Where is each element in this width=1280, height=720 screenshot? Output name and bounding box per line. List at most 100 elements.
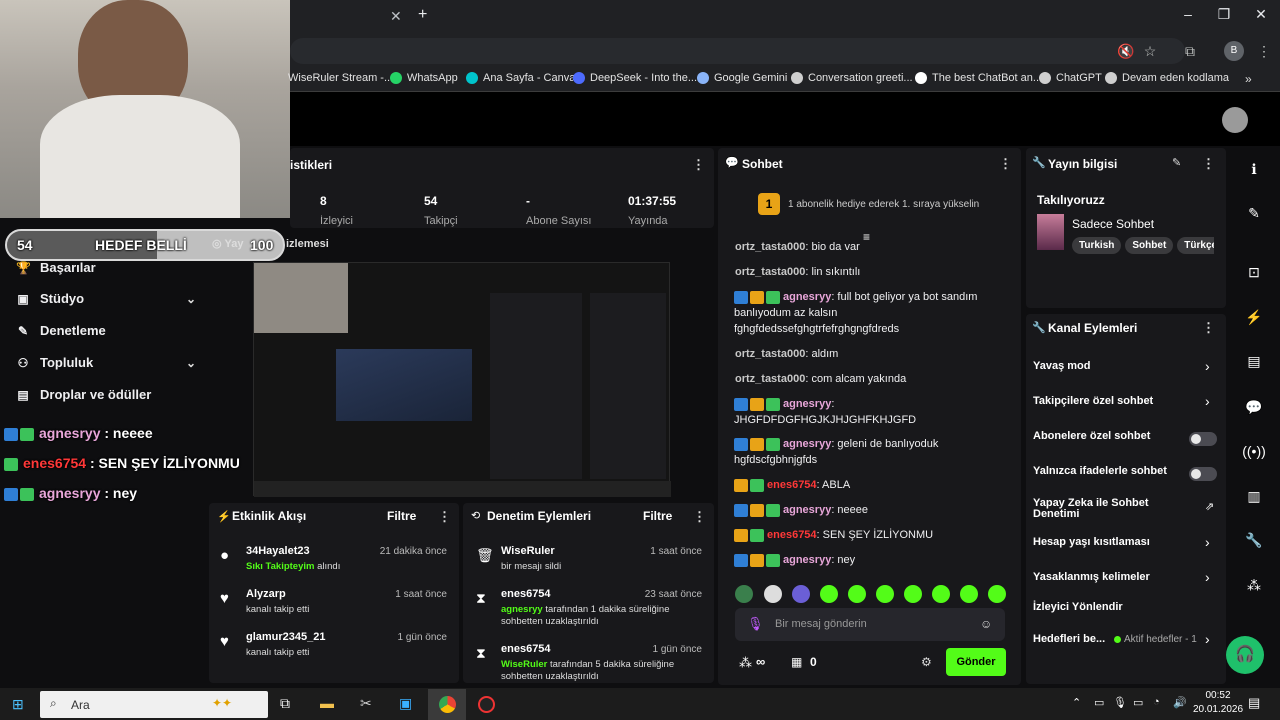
emote-icon[interactable]	[904, 585, 922, 603]
channel-action-label[interactable]: Hesap yaşı kısıtlaması	[1033, 537, 1183, 548]
bookmark-item[interactable]: WiseRuler Stream -...	[288, 72, 393, 84]
bookmark-item[interactable]: The best ChatBot an...	[915, 72, 1042, 84]
emote-icon[interactable]	[988, 585, 1006, 603]
activity-name[interactable]: 34Hayalet23	[246, 545, 310, 557]
chevron-right-icon[interactable]: ›	[1205, 358, 1210, 374]
obs-icon[interactable]	[478, 696, 495, 713]
channel-actions-menu-icon[interactable]: ⋮	[1202, 320, 1215, 336]
browser-menu-icon[interactable]: ⋮	[1254, 41, 1274, 61]
channel-action-label[interactable]: Yavaş mod	[1033, 361, 1183, 372]
emote-icon[interactable]	[848, 585, 866, 603]
mute-tab-icon[interactable]: 🔇	[1116, 41, 1136, 61]
activity-name[interactable]: glamur2345_21	[246, 631, 326, 643]
chat-username[interactable]: enes6754	[767, 479, 817, 491]
activity-name[interactable]: Alyzarp	[246, 588, 286, 600]
mod-menu-icon[interactable]: ⋮	[693, 509, 706, 525]
stream-tag[interactable]: Turkish	[1072, 237, 1122, 254]
edit-pencil-icon[interactable]: ✎	[1172, 156, 1181, 169]
chevron-right-icon[interactable]: ›	[1205, 569, 1210, 585]
bookmark-item[interactable]: Google Gemini	[697, 72, 787, 84]
chat-username[interactable]: ortz_tasta000	[735, 266, 805, 278]
goals-chevron-icon[interactable]: ›	[1205, 631, 1210, 647]
mod-action-actor[interactable]: WiseRuler	[501, 659, 547, 670]
toggle-switch[interactable]	[1189, 432, 1217, 446]
stream-tag[interactable]: Sohbet	[1125, 237, 1174, 254]
points-rail-icon[interactable]: ⁂	[1238, 569, 1270, 601]
chat-menu-icon[interactable]: ⋮	[999, 156, 1012, 172]
profile-avatar[interactable]: B	[1224, 41, 1244, 61]
info-icon[interactable]: ℹ	[1238, 153, 1270, 185]
clock-time[interactable]: 00:52	[1200, 690, 1236, 701]
file-explorer-icon[interactable]: ▬	[320, 695, 334, 711]
toggle-switch[interactable]	[1189, 467, 1217, 481]
gift-leaderboard-text[interactable]: 1 abonelik hediye ederek 1. sıraya yükse…	[788, 199, 979, 210]
channel-action-label[interactable]: İzleyici Yönlendir	[1033, 602, 1183, 613]
mod-filter-button[interactable]: Filtre	[643, 509, 672, 523]
new-tab-button[interactable]: +	[418, 6, 427, 24]
mod-action-target[interactable]: enes6754	[501, 588, 551, 600]
sidebar-item[interactable]: ▤ Droplar ve ödüller	[16, 387, 196, 402]
clock-date[interactable]: 20.01.2026	[1188, 704, 1248, 715]
chat-username[interactable]: ortz_tasta000	[735, 348, 805, 360]
sidebar-item[interactable]: ▣ Stüdyo ⌄	[16, 291, 196, 306]
send-button[interactable]: Gönder	[946, 648, 1006, 676]
activity-filter-button[interactable]: Filtre	[387, 509, 416, 523]
stream-tag[interactable]: Türkçe	[1177, 237, 1214, 254]
emote-icon[interactable]	[764, 585, 782, 603]
close-tab-icon[interactable]: ✕	[390, 8, 402, 25]
snipping-tool-icon[interactable]: ✂	[360, 695, 372, 712]
bookmark-star-icon[interactable]: ☆	[1140, 41, 1160, 61]
emote-icon[interactable]	[735, 585, 753, 603]
extensions-icon[interactable]: ⧉	[1180, 41, 1200, 61]
mod-action-target[interactable]: enes6754	[501, 643, 551, 655]
bookmark-item[interactable]: Ana Sayfa - Canva	[466, 72, 575, 84]
tray-network-icon[interactable]: ▭	[1133, 696, 1143, 709]
user-avatar[interactable]	[1222, 107, 1248, 133]
bookmark-item[interactable]: Conversation greeti...	[791, 72, 913, 84]
omnibox[interactable]	[290, 38, 1185, 64]
tray-volume-icon[interactable]: 🔊	[1173, 696, 1187, 709]
chevron-down-icon[interactable]: ⌄	[186, 292, 196, 306]
chevron-down-icon[interactable]: ⌄	[186, 356, 196, 370]
store-icon[interactable]: ▣	[399, 695, 412, 712]
bookmark-item[interactable]: ChatGPT	[1039, 72, 1102, 84]
chat-username[interactable]: agnesryy	[783, 291, 831, 303]
chevron-right-icon[interactable]: ›	[1205, 534, 1210, 550]
support-headset-button[interactable]: 🎧	[1226, 636, 1264, 674]
sidebar-item[interactable]: ⚇ Topluluk ⌄	[16, 355, 196, 370]
tray-wifi-icon[interactable]: ◔	[1153, 696, 1160, 708]
sidebar-item[interactable]: 🏆 Başarılar	[16, 260, 196, 275]
windows-start-icon[interactable]: ⊞	[12, 696, 24, 713]
bolt-icon[interactable]: ⚡	[1238, 301, 1270, 333]
chrome-taskbar-button[interactable]	[428, 689, 466, 720]
sidebar-item[interactable]: ✎ Denetleme	[16, 323, 196, 338]
channel-action-label[interactable]: Yasaklanmış kelimeler	[1033, 572, 1183, 583]
chat-username[interactable]: ortz_tasta000	[735, 241, 805, 253]
channel-action-label[interactable]: Takipçilere özel sohbet	[1033, 396, 1183, 407]
chat-username[interactable]: agnesryy	[783, 554, 831, 566]
tray-chevron-icon[interactable]: ⌃	[1072, 696, 1081, 709]
channel-action-label[interactable]: Yalnızca ifadelerle sohbet	[1033, 466, 1183, 477]
activity-menu-icon[interactable]: ⋮	[438, 509, 451, 525]
tray-camera-icon[interactable]: ▭	[1094, 696, 1104, 709]
goals-label[interactable]: Hedefleri be...	[1033, 633, 1105, 645]
emote-icon[interactable]	[820, 585, 838, 603]
emoji-icon[interactable]: ☺	[980, 617, 992, 631]
taskbar-search[interactable]: ⌕ Ara ✦✦	[40, 691, 268, 718]
camera-icon[interactable]: ⊡	[1238, 256, 1270, 288]
stream-info-menu-icon[interactable]: ⋮	[1202, 156, 1215, 172]
emote-icon[interactable]	[960, 585, 978, 603]
stats-menu-icon[interactable]: ⋮	[692, 157, 705, 173]
stream-preview-video[interactable]	[253, 262, 671, 497]
bookmark-item[interactable]: DeepSeek - Into the...	[573, 72, 697, 84]
chat-settings-icon[interactable]: ⚙	[921, 655, 932, 669]
chat-rail-icon[interactable]: 💬	[1238, 391, 1270, 423]
chat-username[interactable]: enes6754	[767, 529, 817, 541]
bookmark-item[interactable]: Devam eden kodlama	[1105, 72, 1229, 84]
channel-action-label[interactable]: Yapay Zeka ile Sohbet Denetimi	[1033, 498, 1183, 520]
notes-icon[interactable]: ▤	[1238, 345, 1270, 377]
notifications-icon[interactable]: ▤	[1248, 695, 1260, 711]
channel-action-label[interactable]: Abonelere özel sohbet	[1033, 431, 1183, 442]
more-bookmarks-icon[interactable]: »	[1245, 72, 1252, 86]
chat-username[interactable]: agnesryy	[783, 438, 831, 450]
